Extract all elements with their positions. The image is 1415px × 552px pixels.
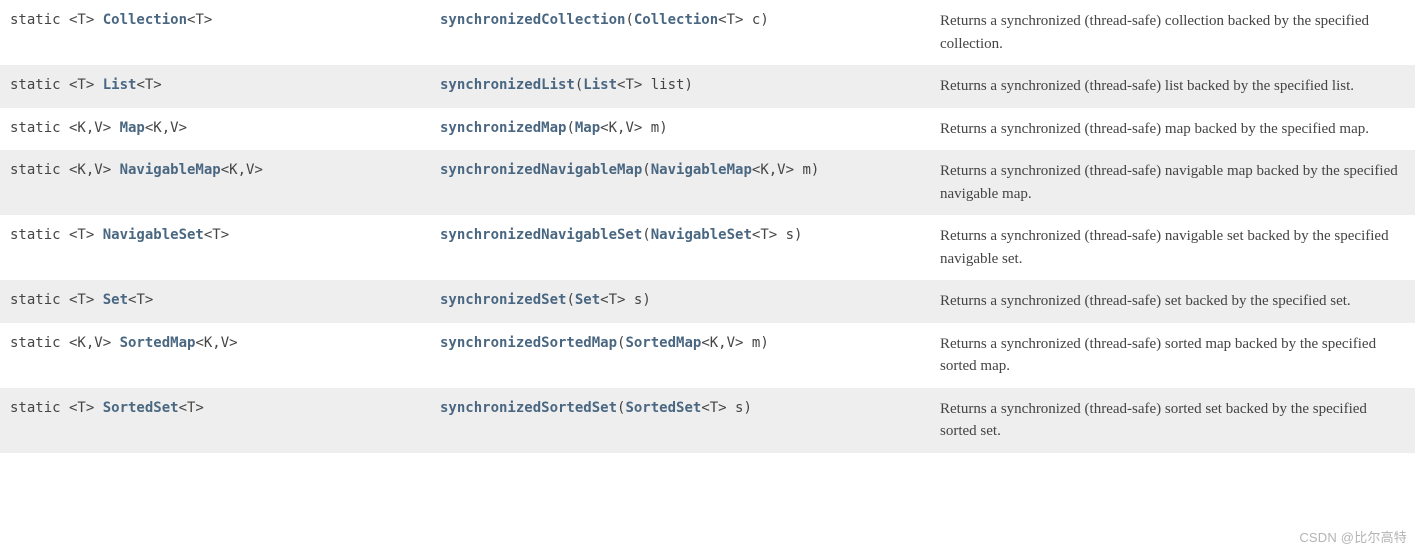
method-name-link[interactable]: synchronizedSortedMap — [440, 335, 617, 351]
method-description: Returns a synchronized (thread-safe) sor… — [930, 323, 1415, 388]
type-prefix: static <K,V> — [10, 335, 120, 351]
param-type-link[interactable]: SortedSet — [625, 400, 701, 416]
type-prefix: static <T> — [10, 12, 103, 28]
modifier-and-type: static <K,V> Map<K,V> — [0, 108, 430, 151]
param-type-link[interactable]: Map — [575, 120, 600, 136]
return-type-suffix: <T> — [136, 77, 161, 93]
return-type-link[interactable]: NavigableMap — [120, 162, 221, 178]
param-suffix: <T> s — [600, 292, 642, 308]
param-type-link[interactable]: NavigableSet — [651, 227, 752, 243]
table-row: static <T> Collection<T>synchronizedColl… — [0, 0, 1415, 65]
table-row: static <K,V> NavigableMap<K,V>synchroniz… — [0, 150, 1415, 215]
close-paren: ) — [642, 292, 650, 308]
close-paren: ) — [684, 77, 692, 93]
method-signature: synchronizedMap(Map<K,V> m) — [430, 108, 930, 151]
method-description: Returns a synchronized (thread-safe) nav… — [930, 150, 1415, 215]
return-type-link[interactable]: SortedMap — [120, 335, 196, 351]
watermark-text: CSDN @比尔高特 — [1299, 527, 1407, 546]
return-type-suffix: <T> — [204, 227, 229, 243]
return-type-suffix: <T> — [128, 292, 153, 308]
close-paren: ) — [760, 12, 768, 28]
method-name-link[interactable]: synchronizedNavigableMap — [440, 162, 642, 178]
table-row: static <T> NavigableSet<T>synchronizedNa… — [0, 215, 1415, 280]
modifier-and-type: static <K,V> NavigableMap<K,V> — [0, 150, 430, 215]
method-signature: synchronizedCollection(Collection<T> c) — [430, 0, 930, 65]
method-signature: synchronizedSet(Set<T> s) — [430, 280, 930, 323]
type-prefix: static <K,V> — [10, 162, 120, 178]
param-suffix: <K,V> m — [701, 335, 760, 351]
return-type-suffix: <K,V> — [195, 335, 237, 351]
modifier-and-type: static <T> List<T> — [0, 65, 430, 108]
param-type-link[interactable]: Collection — [634, 12, 718, 28]
open-paren: ( — [566, 292, 574, 308]
method-description: Returns a synchronized (thread-safe) map… — [930, 108, 1415, 151]
method-description: Returns a synchronized (thread-safe) nav… — [930, 215, 1415, 280]
modifier-and-type: static <T> NavigableSet<T> — [0, 215, 430, 280]
param-suffix: <K,V> m — [752, 162, 811, 178]
close-paren: ) — [811, 162, 819, 178]
method-description: Returns a synchronized (thread-safe) set… — [930, 280, 1415, 323]
method-signature: synchronizedNavigableSet(NavigableSet<T>… — [430, 215, 930, 280]
type-prefix: static <T> — [10, 77, 103, 93]
method-description: Returns a synchronized (thread-safe) lis… — [930, 65, 1415, 108]
return-type-link[interactable]: List — [103, 77, 137, 93]
type-prefix: static <K,V> — [10, 120, 120, 136]
type-prefix: static <T> — [10, 400, 103, 416]
close-paren: ) — [743, 400, 751, 416]
param-suffix: <T> s — [701, 400, 743, 416]
method-name-link[interactable]: synchronizedSet — [440, 292, 566, 308]
open-paren: ( — [625, 12, 633, 28]
open-paren: ( — [642, 162, 650, 178]
param-type-link[interactable]: NavigableMap — [651, 162, 752, 178]
method-name-link[interactable]: synchronizedSortedSet — [440, 400, 617, 416]
return-type-suffix: <T> — [179, 400, 204, 416]
method-description: Returns a synchronized (thread-safe) sor… — [930, 388, 1415, 453]
method-description: Returns a synchronized (thread-safe) col… — [930, 0, 1415, 65]
type-prefix: static <T> — [10, 292, 103, 308]
table-row: static <T> SortedSet<T>synchronizedSorte… — [0, 388, 1415, 453]
param-type-link[interactable]: SortedMap — [625, 335, 701, 351]
method-signature: synchronizedSortedSet(SortedSet<T> s) — [430, 388, 930, 453]
table-row: static <T> List<T>synchronizedList(List<… — [0, 65, 1415, 108]
method-signature: synchronizedSortedMap(SortedMap<K,V> m) — [430, 323, 930, 388]
param-suffix: <T> s — [752, 227, 794, 243]
return-type-suffix: <K,V> — [221, 162, 263, 178]
table-row: static <K,V> SortedMap<K,V>synchronizedS… — [0, 323, 1415, 388]
close-paren: ) — [659, 120, 667, 136]
open-paren: ( — [642, 227, 650, 243]
param-type-link[interactable]: List — [583, 77, 617, 93]
return-type-link[interactable]: Map — [120, 120, 145, 136]
method-name-link[interactable]: synchronizedMap — [440, 120, 566, 136]
param-type-link[interactable]: Set — [575, 292, 600, 308]
method-name-link[interactable]: synchronizedNavigableSet — [440, 227, 642, 243]
open-paren: ( — [566, 120, 574, 136]
table-row: static <K,V> Map<K,V>synchronizedMap(Map… — [0, 108, 1415, 151]
method-summary-table: static <T> Collection<T>synchronizedColl… — [0, 0, 1415, 453]
modifier-and-type: static <K,V> SortedMap<K,V> — [0, 323, 430, 388]
table-row: static <T> Set<T>synchronizedSet(Set<T> … — [0, 280, 1415, 323]
method-name-link[interactable]: synchronizedCollection — [440, 12, 625, 28]
return-type-suffix: <K,V> — [145, 120, 187, 136]
method-name-link[interactable]: synchronizedList — [440, 77, 575, 93]
close-paren: ) — [794, 227, 802, 243]
type-prefix: static <T> — [10, 227, 103, 243]
modifier-and-type: static <T> Collection<T> — [0, 0, 430, 65]
return-type-link[interactable]: Collection — [103, 12, 187, 28]
param-suffix: <T> c — [718, 12, 760, 28]
return-type-suffix: <T> — [187, 12, 212, 28]
return-type-link[interactable]: SortedSet — [103, 400, 179, 416]
modifier-and-type: static <T> SortedSet<T> — [0, 388, 430, 453]
param-suffix: <T> list — [617, 77, 684, 93]
return-type-link[interactable]: NavigableSet — [103, 227, 204, 243]
param-suffix: <K,V> m — [600, 120, 659, 136]
method-signature: synchronizedList(List<T> list) — [430, 65, 930, 108]
close-paren: ) — [760, 335, 768, 351]
modifier-and-type: static <T> Set<T> — [0, 280, 430, 323]
method-signature: synchronizedNavigableMap(NavigableMap<K,… — [430, 150, 930, 215]
return-type-link[interactable]: Set — [103, 292, 128, 308]
